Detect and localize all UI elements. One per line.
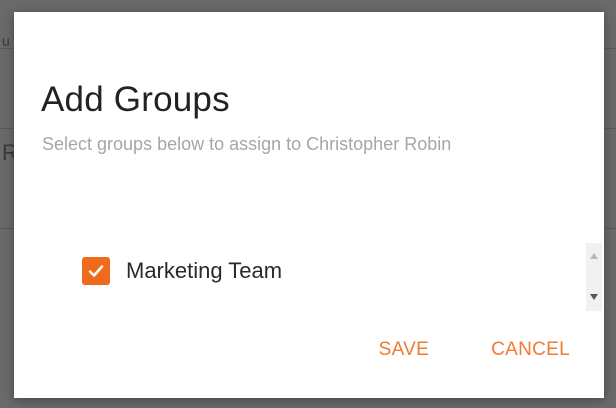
scroll-up-arrow-icon[interactable] <box>590 253 598 259</box>
add-groups-dialog: Add Groups Select groups below to assign… <box>14 12 604 398</box>
dialog-title: Add Groups <box>41 80 230 119</box>
cancel-button[interactable]: CANCEL <box>491 339 570 361</box>
marketing-team-checkbox[interactable] <box>82 257 110 285</box>
scroll-down-arrow-icon[interactable] <box>590 294 598 300</box>
save-button[interactable]: SAVE <box>379 339 429 361</box>
group-label: Marketing Team <box>126 258 283 283</box>
checkmark-icon <box>88 265 104 277</box>
group-list-scrollbar[interactable] <box>586 243 602 311</box>
dialog-subtitle: Select groups below to assign to Christo… <box>42 134 452 154</box>
list-item[interactable]: Marketing Team <box>82 257 282 285</box>
dialog-actions: SAVE CANCEL <box>379 339 570 361</box>
background-text-fragment: u <box>2 33 10 49</box>
group-list: Marketing Team <box>62 239 604 307</box>
